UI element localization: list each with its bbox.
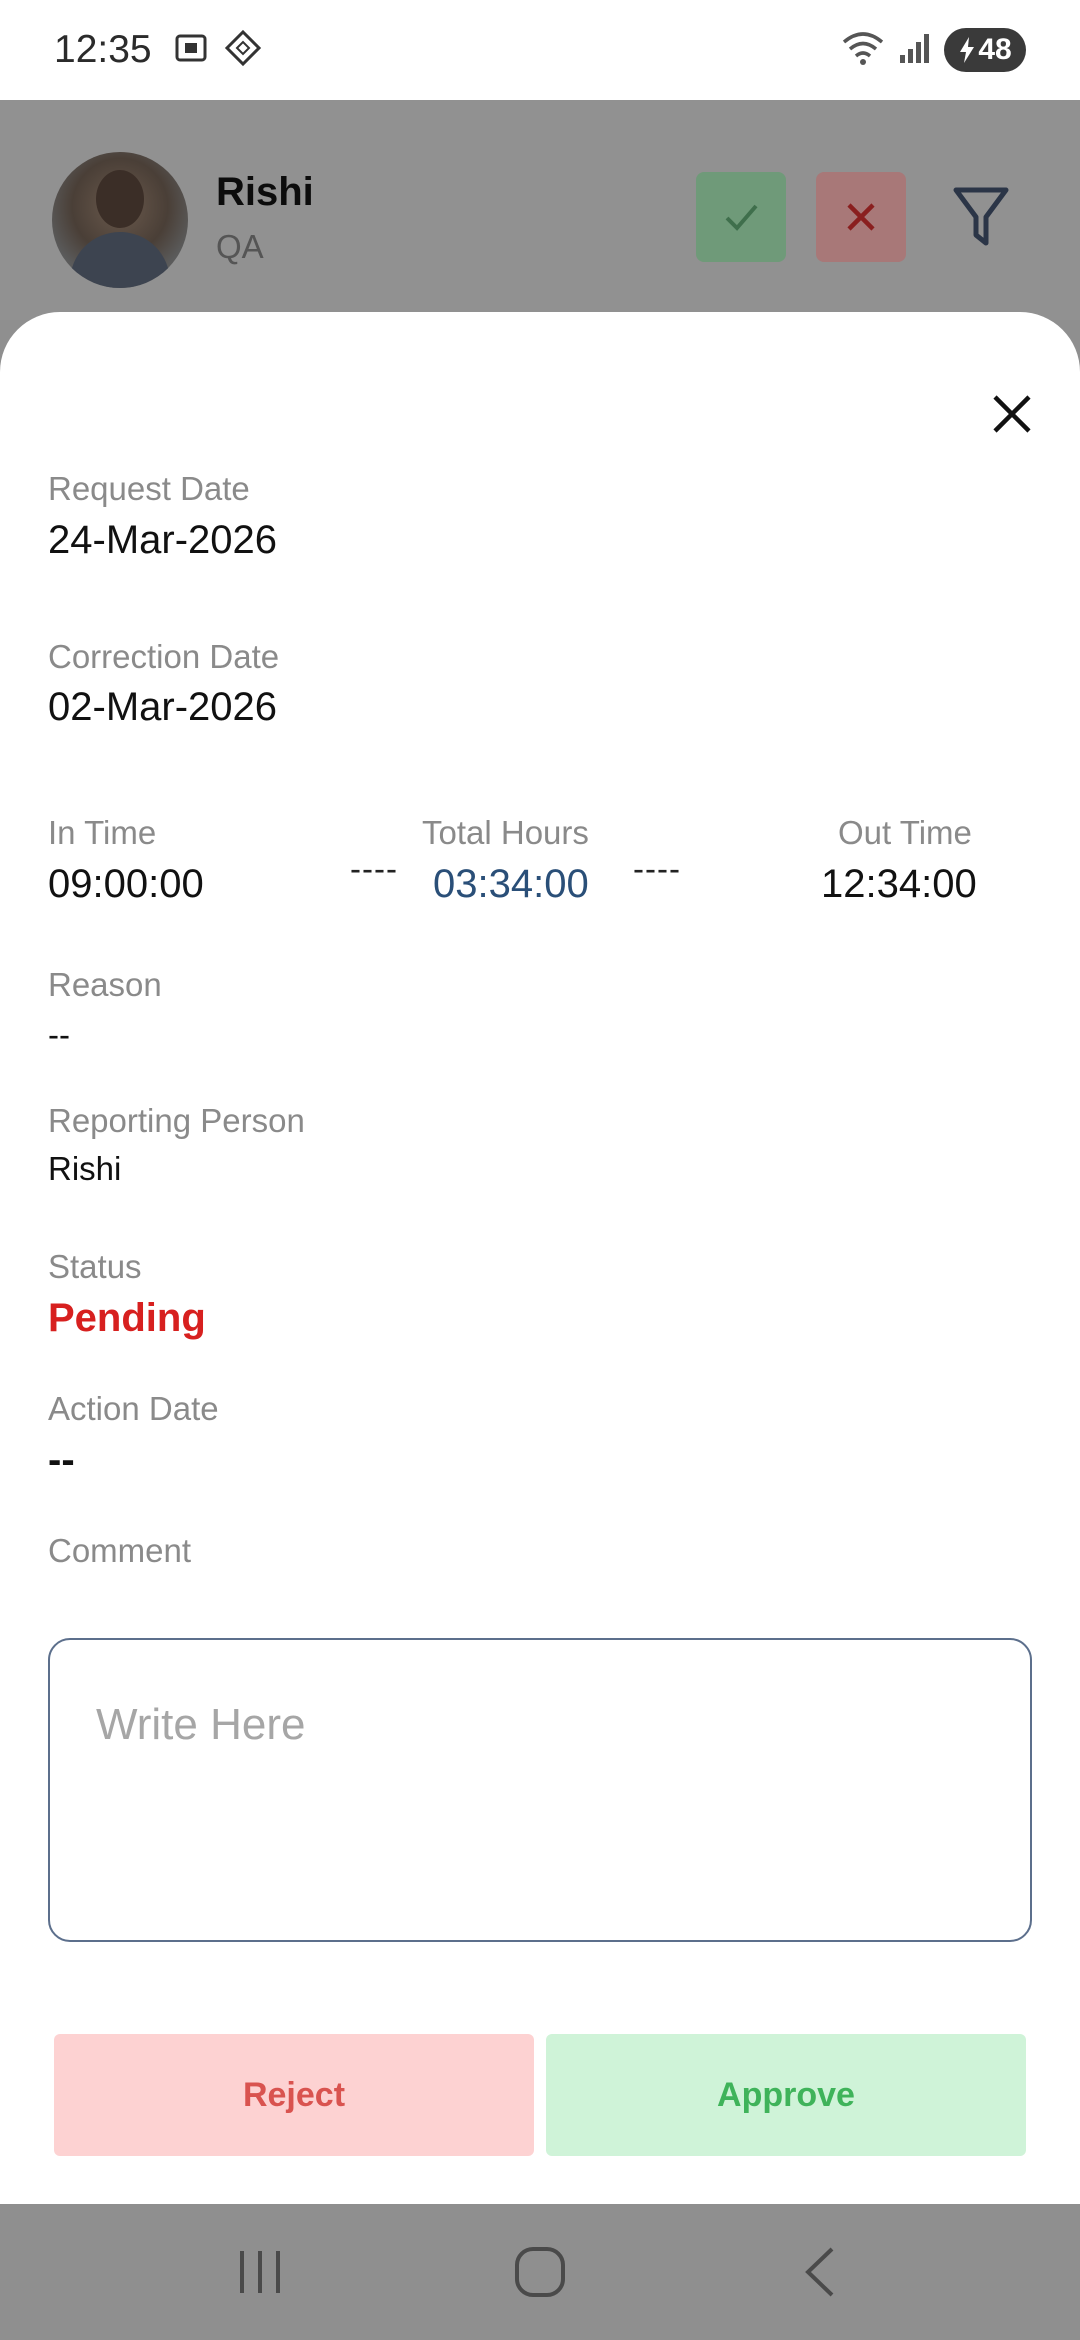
action-date-value: -- [48, 1438, 75, 1482]
comment-label: Comment [48, 1532, 192, 1569]
action-date-label: Action Date [48, 1390, 219, 1427]
battery-level: 48 [978, 33, 1012, 66]
request-date-label: Request Date [48, 470, 250, 507]
correction-date-label: Correction Date [48, 638, 280, 675]
correction-date-value: 02-Mar-2026 [48, 685, 278, 729]
separator-left: ---- [350, 850, 398, 887]
back-icon [805, 2247, 834, 2297]
check-icon [725, 204, 758, 231]
wifi-icon [840, 30, 886, 71]
back-button[interactable] [770, 2222, 870, 2322]
status-left-icons [172, 29, 262, 72]
screenshot-icon [172, 29, 210, 72]
home-icon [515, 2247, 565, 2297]
profile-header: Rishi QA [0, 100, 1080, 320]
status-time: 12:35 [54, 28, 152, 71]
reject-button[interactable]: Reject [54, 2034, 534, 2156]
approve-button[interactable]: Approve [546, 2034, 1026, 2156]
reporting-person-value: Rishi [48, 1150, 122, 1187]
out-time-label: Out Time [838, 814, 972, 851]
filter-button[interactable] [950, 182, 1012, 252]
separator-right: ---- [633, 850, 681, 887]
signal-icon [898, 31, 932, 70]
reporting-person-label: Reporting Person [48, 1102, 305, 1139]
navigation-bar [0, 2204, 1080, 2340]
close-sheet-button[interactable] [984, 386, 1040, 442]
request-date-value: 24-Mar-2026 [48, 518, 278, 562]
out-time-value: 12:34:00 [821, 862, 977, 906]
close-icon [993, 395, 1031, 433]
recents-icon [240, 2251, 280, 2293]
status-right: 48 [840, 28, 1026, 72]
avatar [52, 152, 188, 288]
header-approve-button[interactable] [696, 172, 786, 262]
reason-value: -- [48, 1016, 70, 1053]
status-bar: 12:35 48 [0, 0, 1080, 100]
filter-icon [953, 187, 1009, 246]
comment-input[interactable] [48, 1638, 1032, 1942]
close-icon [847, 203, 875, 231]
details-sheet: Request Date 24-Mar-2026 Correction Date… [0, 312, 1080, 2204]
recents-button[interactable] [210, 2222, 310, 2322]
home-button[interactable] [490, 2222, 590, 2322]
status-label: Status [48, 1248, 142, 1285]
user-name: Rishi [216, 170, 314, 214]
in-time-label: In Time [48, 814, 157, 851]
user-role: QA [216, 228, 264, 265]
header-reject-button[interactable] [816, 172, 906, 262]
battery-icon: 48 [944, 28, 1026, 72]
total-hours-value: 03:34:00 [433, 862, 589, 906]
reason-label: Reason [48, 966, 162, 1003]
status-badge: Pending [48, 1296, 206, 1340]
total-hours-label: Total Hours [422, 814, 589, 851]
in-time-value: 09:00:00 [48, 862, 204, 906]
tag-icon [224, 29, 262, 72]
